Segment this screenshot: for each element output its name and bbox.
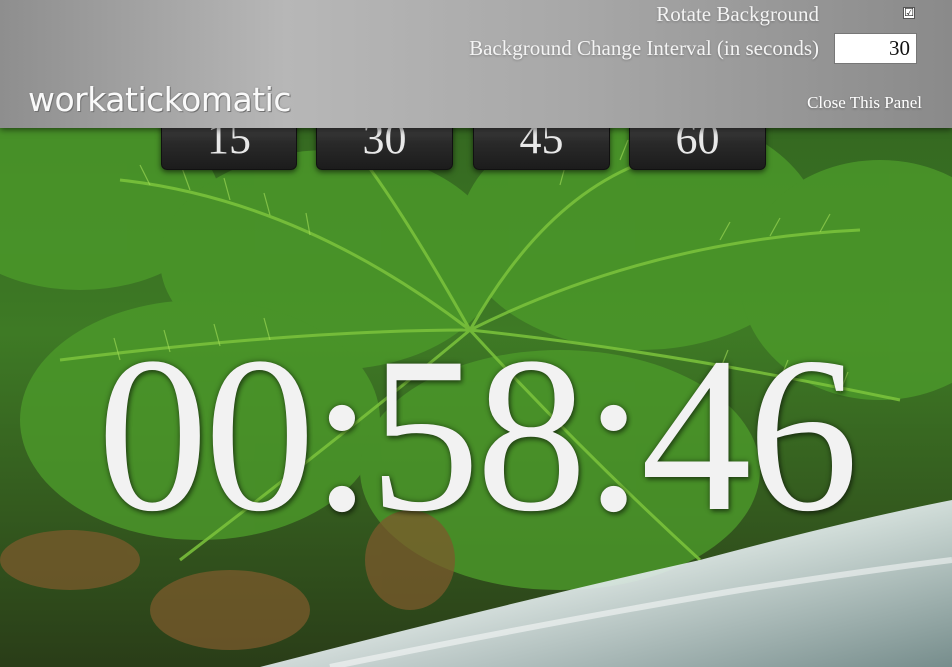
rotate-background-checkbox[interactable]: ☑ xyxy=(903,7,915,19)
app-logo: workatickomatic xyxy=(28,80,292,119)
interval-label: Background Change Interval (in seconds) xyxy=(469,36,819,60)
rotate-background-label: Rotate Background xyxy=(656,2,819,26)
settings-panel: Rotate Background ☑ Background Change In… xyxy=(0,0,952,128)
interval-input[interactable] xyxy=(834,33,917,64)
close-panel-link[interactable]: Close This Panel xyxy=(807,93,922,113)
countdown-timer: 00:58:46 xyxy=(97,312,858,558)
